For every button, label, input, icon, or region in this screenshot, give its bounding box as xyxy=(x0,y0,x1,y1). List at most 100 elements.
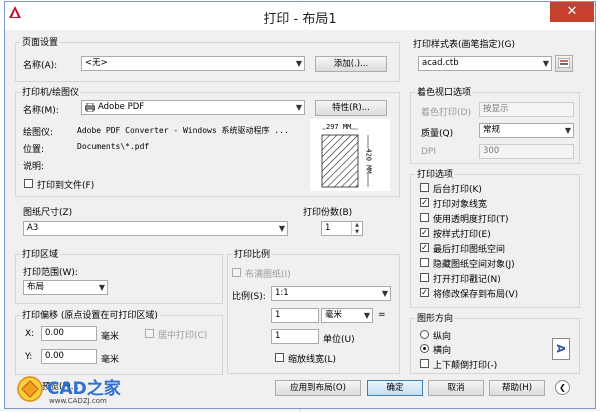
plot-option-label: 将修改保存到布局(V) xyxy=(433,290,519,300)
page-setup-legend: 页面设置 xyxy=(20,35,61,48)
print-to-file-checkbox[interactable] xyxy=(24,179,33,188)
portrait-label: 纵向 xyxy=(433,332,452,342)
plot-option-label: 打开打印戳记(N) xyxy=(433,275,501,285)
upside-down-label: 上下颠倒打印(-) xyxy=(433,361,498,371)
fit-to-paper-label: 布满图纸(I) xyxy=(245,270,291,280)
cad-logo-icon xyxy=(17,376,43,402)
printer-icon xyxy=(85,103,95,112)
shaded-viewport-legend: 着色视口选项 xyxy=(415,85,474,98)
chevron-down-icon: ▼ xyxy=(381,289,388,298)
quality-label: 质量(Q) xyxy=(421,129,454,139)
plot-style-table-value: acad.ctb xyxy=(422,58,459,68)
plot-option-label: 后台打印(K) xyxy=(433,185,482,195)
offset-y-label: Y: xyxy=(25,352,33,362)
plot-option-checkbox[interactable]: ✓ xyxy=(420,243,429,252)
window-title: 打印 - 布局1 xyxy=(263,12,337,27)
printer-name-select[interactable]: Adobe PDF ▼ xyxy=(81,100,305,115)
plot-option-checkbox[interactable] xyxy=(420,183,429,192)
plot-area-group xyxy=(15,254,223,304)
shade-plot-value: 按显示 xyxy=(483,104,509,114)
landscape-label: 横向 xyxy=(433,346,452,356)
apply-to-layout-button[interactable]: 应用到布局(O) xyxy=(275,380,361,396)
scale-numerator-value: 1 xyxy=(275,310,281,320)
location-label: 位置: xyxy=(23,145,45,155)
fit-to-paper-checkbox[interactable] xyxy=(232,268,241,277)
scale-lineweights-checkbox[interactable] xyxy=(275,353,284,362)
plot-option-checkbox[interactable]: ✓ xyxy=(420,228,429,237)
help-button[interactable]: 帮助(H) xyxy=(489,380,545,396)
scale-numerator-input[interactable]: 1 xyxy=(271,308,319,323)
upside-down-checkbox[interactable] xyxy=(420,359,429,368)
quality-value: 常规 xyxy=(483,125,501,135)
plot-style-table-label: 打印样式表(画笔指定)(G) xyxy=(413,40,516,50)
paper-width-label: 297 MM xyxy=(326,123,352,131)
scale-value: 1:1 xyxy=(275,288,289,298)
offset-y-unit: 毫米 xyxy=(101,355,120,365)
plot-area-legend: 打印区域 xyxy=(20,247,61,260)
chevron-down-icon: ▼ xyxy=(542,59,549,68)
scale-denominator-input[interactable]: 1 xyxy=(271,329,319,344)
portrait-radio[interactable] xyxy=(420,330,429,339)
plot-option-checkbox[interactable]: ✓ xyxy=(420,198,429,207)
plot-range-label: 打印范围(W): xyxy=(23,268,78,278)
paper-height-label: 420 MM xyxy=(364,148,373,174)
plot-option-checkbox[interactable] xyxy=(420,213,429,222)
offset-x-unit: 毫米 xyxy=(101,332,120,342)
plot-option-label: 按样式打印(E) xyxy=(433,230,491,240)
plot-option-checkbox[interactable] xyxy=(420,258,429,267)
plot-range-select[interactable]: 布局 ▼ xyxy=(23,280,108,295)
offset-x-input[interactable]: 0.00 xyxy=(41,326,97,341)
chevron-down-icon: ▼ xyxy=(278,224,285,233)
dpi-value: 300 xyxy=(483,146,500,156)
shade-plot-select[interactable]: 按显示 xyxy=(479,102,574,117)
plot-style-table-select[interactable]: acad.ctb ▼ xyxy=(418,56,552,71)
plot-range-value: 布局 xyxy=(27,282,45,292)
copies-spinner[interactable]: ▲ ▼ xyxy=(351,222,362,237)
dpi-input[interactable]: 300 xyxy=(479,144,574,159)
plot-offset-legend: 打印偏移 (原点设置在可打印区域) xyxy=(20,308,160,321)
plot-offset-group xyxy=(15,315,223,375)
page-setup-name-value: <无> xyxy=(85,58,108,68)
offset-y-input[interactable]: 0.00 xyxy=(41,349,97,364)
orientation-legend: 图形方向 xyxy=(415,311,456,324)
landscape-radio[interactable] xyxy=(420,344,429,353)
collapse-options-button[interactable]: ❮ xyxy=(555,380,570,395)
printer-legend: 打印机/绘图仪 xyxy=(20,85,82,98)
orientation-icon-letter: A xyxy=(553,344,567,353)
plot-option-checkbox[interactable]: ✓ xyxy=(420,288,429,297)
offset-y-value: 0.00 xyxy=(45,351,64,361)
watermark: CAD之家 www.CADZJ.com xyxy=(17,374,147,408)
edit-plot-style-button[interactable] xyxy=(555,55,573,72)
center-plot-label: 居中打印(C) xyxy=(158,331,208,341)
chevron-left-icon: ❮ xyxy=(559,383,566,392)
scale-label: 比例(S): xyxy=(232,292,266,302)
scale-unit-select[interactable]: 毫米 ▼ xyxy=(321,308,373,323)
chevron-down-icon: ▼ xyxy=(295,103,302,112)
cancel-button[interactable]: 取消 xyxy=(428,380,484,396)
copies-input[interactable]: 1 ▲ ▼ xyxy=(321,221,363,237)
plot-option-label: 打印对象线宽 xyxy=(433,200,488,210)
page-setup-name-label: 名称(A): xyxy=(23,61,58,71)
quality-select[interactable]: 常规 ▼ xyxy=(479,123,574,138)
copies-label: 打印份数(B) xyxy=(303,208,353,218)
dpi-label: DPI xyxy=(421,147,437,157)
title-bar: 打印 - 布局1 ✕ xyxy=(5,2,595,30)
plotter-label: 绘图仪: xyxy=(23,128,54,138)
printer-name-label: 名称(M): xyxy=(23,106,59,116)
close-button[interactable]: ✕ xyxy=(550,2,594,22)
ok-button[interactable]: 确定 xyxy=(367,380,423,396)
scale-unit-label: 单位(U) xyxy=(323,335,355,345)
scale-denominator-value: 1 xyxy=(275,331,281,341)
plot-dialog: 打印 - 布局1 ✕ 页面设置 名称(A): <无> ▼ 添加(.)... 打印… xyxy=(4,1,596,409)
plot-option-label: 最后打印图纸空间 xyxy=(433,245,506,255)
scale-lineweights-label: 缩放线宽(L) xyxy=(288,355,337,365)
paper-size-select[interactable]: A3 ▼ xyxy=(23,221,288,236)
printer-properties-button[interactable]: 特性(R)... xyxy=(315,100,387,116)
page-setup-name-select[interactable]: <无> ▼ xyxy=(81,56,305,71)
plotter-value: Adobe PDF Converter - Windows 系统驱动程序 ... xyxy=(77,126,289,135)
scale-select[interactable]: 1:1 ▼ xyxy=(271,286,391,301)
chevron-down-icon: ▼ xyxy=(564,126,571,135)
center-plot-checkbox[interactable] xyxy=(145,329,154,338)
plot-option-checkbox[interactable] xyxy=(420,273,429,282)
add-page-setup-button[interactable]: 添加(.)... xyxy=(315,56,387,72)
